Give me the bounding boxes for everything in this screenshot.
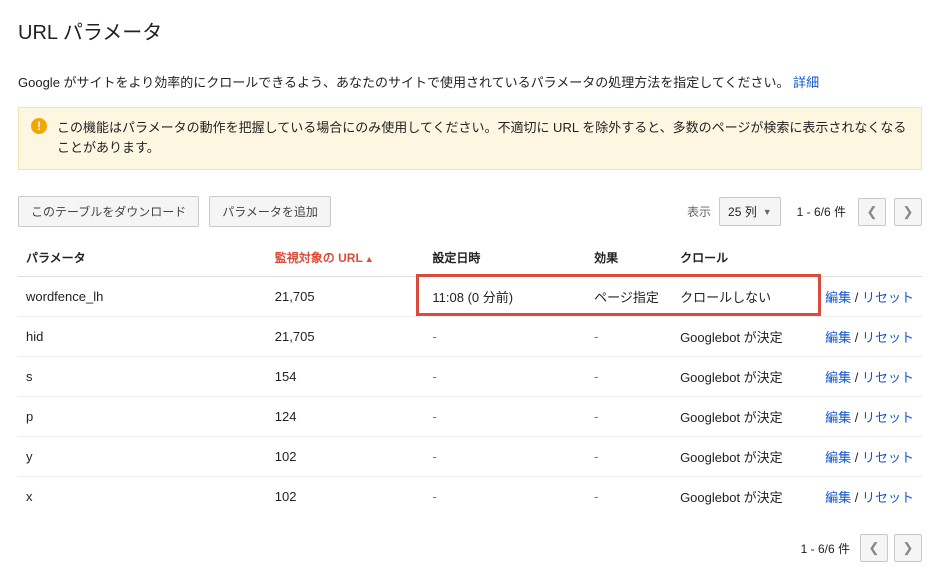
cell-actions: 編集 / リセット [817, 317, 922, 357]
edit-link[interactable]: 編集 [825, 410, 851, 425]
col-header-urls-label: 監視対象の URL [275, 251, 363, 265]
cell-urls: 124 [267, 397, 425, 437]
pager-top-text: 1 - 6/6 件 [797, 203, 846, 220]
col-header-urls[interactable]: 監視対象の URL▲ [267, 241, 425, 277]
cell-crawl: Googlebot が決定 [672, 437, 817, 477]
col-header-set-at[interactable]: 設定日時 [424, 241, 586, 277]
cell-effect: - [586, 317, 672, 357]
table-row: p124--Googlebot が決定編集 / リセット [18, 397, 922, 437]
cell-param: wordfence_lh [18, 277, 267, 317]
cell-param: x [18, 477, 267, 517]
pager-bottom-next-button[interactable]: ❯ [894, 534, 922, 562]
warning-banner: ! この機能はパラメータの動作を把握している場合にのみ使用してください。不適切に… [18, 107, 922, 171]
cell-urls: 154 [267, 357, 425, 397]
cell-urls: 21,705 [267, 317, 425, 357]
col-header-param[interactable]: パラメータ [18, 241, 267, 277]
reset-link[interactable]: リセット [862, 450, 914, 465]
warning-text: この機能はパラメータの動作を把握している場合にのみ使用してください。不適切に U… [57, 120, 906, 156]
cell-actions: 編集 / リセット [817, 477, 922, 517]
col-header-actions [817, 241, 922, 277]
cell-urls: 21,705 [267, 277, 425, 317]
table-row: y102--Googlebot が決定編集 / リセット [18, 437, 922, 477]
reset-link[interactable]: リセット [862, 370, 914, 385]
cell-crawl: Googlebot が決定 [672, 357, 817, 397]
pager-bottom: 1 - 6/6 件 ❮ ❯ [18, 534, 922, 562]
cell-param: s [18, 357, 267, 397]
cell-set-at: - [424, 397, 586, 437]
pager-prev-button[interactable]: ❮ [858, 198, 886, 226]
col-header-crawl[interactable]: クロール [672, 241, 817, 277]
table-row: s154--Googlebot が決定編集 / リセット [18, 357, 922, 397]
cell-effect: - [586, 397, 672, 437]
cell-actions: 編集 / リセット [817, 357, 922, 397]
rows-per-page-value: 25 列 [728, 203, 757, 220]
pager-bottom-prev-button[interactable]: ❮ [860, 534, 888, 562]
reset-link[interactable]: リセット [862, 490, 914, 505]
cell-urls: 102 [267, 477, 425, 517]
rows-per-page-select[interactable]: 25 列 ▼ [719, 197, 781, 226]
toolbar: このテーブルをダウンロード パラメータを追加 表示 25 列 ▼ 1 - 6/6… [18, 196, 922, 227]
edit-link[interactable]: 編集 [825, 330, 851, 345]
chevron-down-icon: ▼ [763, 207, 772, 217]
cell-actions: 編集 / リセット [817, 397, 922, 437]
cell-crawl: クロールしない [672, 277, 817, 317]
parameters-table: パラメータ 監視対象の URL▲ 設定日時 効果 クロール wordfence_… [18, 241, 922, 516]
description-text: Google がサイトをより効率的にクロールできるよう、あなたのサイトで使用され… [18, 75, 789, 90]
cell-set-at: - [424, 437, 586, 477]
download-table-button[interactable]: このテーブルをダウンロード [18, 196, 199, 227]
pager-next-button[interactable]: ❯ [894, 198, 922, 226]
table-row: hid21,705--Googlebot が決定編集 / リセット [18, 317, 922, 357]
cell-set-at: 11:08 (0 分前) [424, 277, 586, 317]
cell-set-at: - [424, 317, 586, 357]
edit-link[interactable]: 編集 [825, 490, 851, 505]
page-description: Google がサイトをより効率的にクロールできるよう、あなたのサイトで使用され… [18, 73, 922, 93]
cell-effect: - [586, 437, 672, 477]
cell-effect: - [586, 357, 672, 397]
cell-set-at: - [424, 357, 586, 397]
cell-actions: 編集 / リセット [817, 437, 922, 477]
page-title: URL パラメータ [18, 16, 922, 45]
col-header-effect[interactable]: 効果 [586, 241, 672, 277]
show-label: 表示 [687, 203, 711, 220]
edit-link[interactable]: 編集 [825, 290, 851, 305]
cell-set-at: - [424, 477, 586, 517]
cell-crawl: Googlebot が決定 [672, 477, 817, 517]
edit-link[interactable]: 編集 [825, 370, 851, 385]
table-row: x102--Googlebot が決定編集 / リセット [18, 477, 922, 517]
cell-param: p [18, 397, 267, 437]
add-parameter-button[interactable]: パラメータを追加 [209, 196, 331, 227]
description-details-link[interactable]: 詳細 [793, 75, 819, 90]
edit-link[interactable]: 編集 [825, 450, 851, 465]
reset-link[interactable]: リセット [862, 410, 914, 425]
table-row: wordfence_lh21,70511:08 (0 分前)ページ指定クロールし… [18, 277, 922, 317]
reset-link[interactable]: リセット [862, 330, 914, 345]
cell-param: hid [18, 317, 267, 357]
cell-crawl: Googlebot が決定 [672, 317, 817, 357]
cell-param: y [18, 437, 267, 477]
cell-actions: 編集 / リセット [817, 277, 922, 317]
reset-link[interactable]: リセット [862, 290, 914, 305]
cell-effect: ページ指定 [586, 277, 672, 317]
cell-urls: 102 [267, 437, 425, 477]
table-wrapper: パラメータ 監視対象の URL▲ 設定日時 効果 クロール wordfence_… [18, 241, 922, 516]
cell-crawl: Googlebot が決定 [672, 397, 817, 437]
warning-icon: ! [31, 118, 47, 134]
toolbar-right: 表示 25 列 ▼ 1 - 6/6 件 ❮ ❯ [687, 197, 922, 226]
cell-effect: - [586, 477, 672, 517]
pager-bottom-text: 1 - 6/6 件 [801, 540, 850, 557]
sort-asc-icon: ▲ [365, 254, 374, 264]
